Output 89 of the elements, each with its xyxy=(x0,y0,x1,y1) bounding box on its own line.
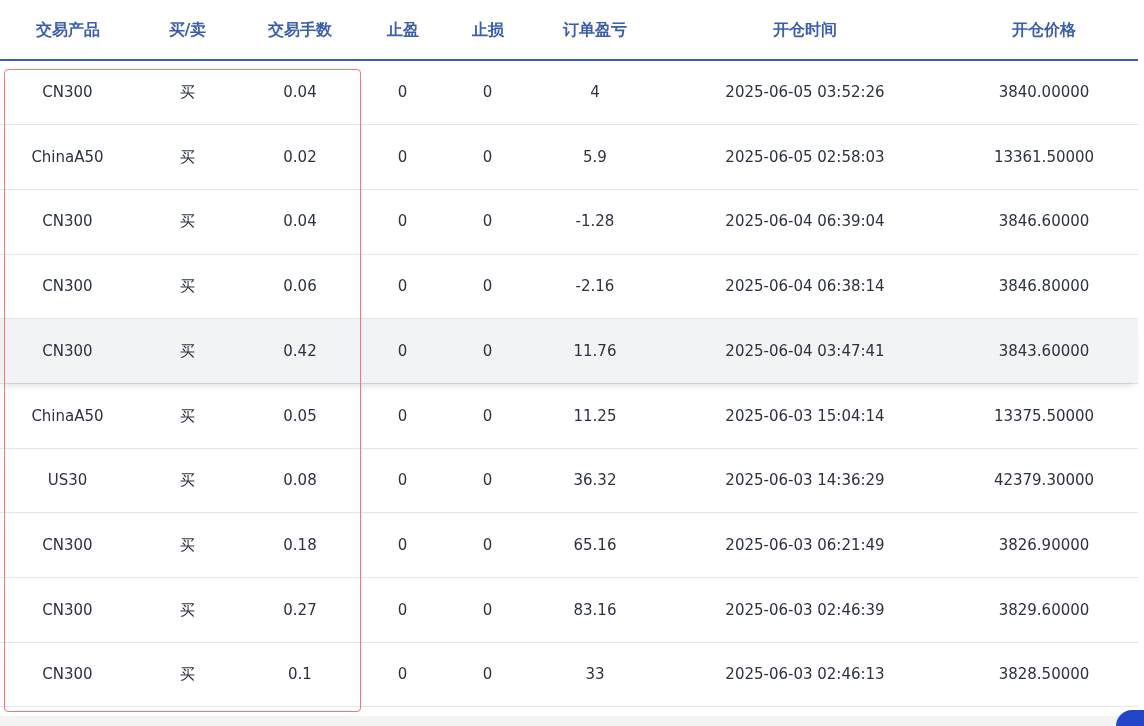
table-cell: US30 xyxy=(0,448,135,513)
table-cell: 33 xyxy=(530,642,660,707)
table-cell: 0.18 xyxy=(240,512,360,578)
column-header: 止损 xyxy=(445,0,530,60)
table-cell: 0 xyxy=(360,383,445,449)
table-cell: 0.42 xyxy=(240,318,360,384)
table-cell: 0 xyxy=(445,189,530,255)
table-cell: 买 xyxy=(135,512,240,578)
table-cell: CN300 xyxy=(0,318,135,384)
table-cell: 4 xyxy=(530,60,660,125)
column-header: 开仓时间 xyxy=(660,0,950,60)
table-cell: 0 xyxy=(445,448,530,513)
round-button[interactable] xyxy=(1116,710,1144,726)
table-cell: 65.16 xyxy=(530,512,660,578)
table-cell: 买 xyxy=(135,318,240,384)
table-cell: -2.16 xyxy=(530,254,660,319)
table-cell: 0.08 xyxy=(240,448,360,513)
table-cell: 买 xyxy=(135,448,240,513)
table-cell: 0 xyxy=(360,189,445,255)
table-cell: 买 xyxy=(135,189,240,255)
table-cell: CN300 xyxy=(0,642,135,707)
table-cell: 2025-06-03 02:46:13 xyxy=(660,642,950,707)
table-cell: 5.9 xyxy=(530,124,660,190)
table-cell: 3829.60000 xyxy=(950,577,1138,643)
table-cell: 3846.60000 xyxy=(950,189,1138,255)
table-cell: 2025-06-03 14:36:29 xyxy=(660,448,950,513)
table-cell: 0 xyxy=(360,254,445,319)
table-cell: 0.04 xyxy=(240,60,360,125)
table-cell: CN300 xyxy=(0,60,135,125)
table-cell: 买 xyxy=(135,124,240,190)
table-cell: ChinaA50 xyxy=(0,124,135,190)
table-cell: 3846.80000 xyxy=(950,254,1138,319)
table-cell: 0.1 xyxy=(240,642,360,707)
table-cell: 3826.90000 xyxy=(950,512,1138,578)
table-cell: CN300 xyxy=(0,512,135,578)
table-cell: 83.16 xyxy=(530,577,660,643)
table-cell: 买 xyxy=(135,254,240,319)
column-header: 订单盈亏 xyxy=(530,0,660,60)
table-cell: 0 xyxy=(445,254,530,319)
table-cell: 0.06 xyxy=(240,254,360,319)
table-cell: 买 xyxy=(135,383,240,449)
column-header: 交易手数 xyxy=(240,0,360,60)
table-cell: 0 xyxy=(360,60,445,125)
table-cell: 3828.50000 xyxy=(950,642,1138,707)
table-cell: 2025-06-04 03:47:41 xyxy=(660,318,950,384)
table-cell: 0 xyxy=(445,577,530,643)
table-cell: 买 xyxy=(135,60,240,125)
table-cell: 买 xyxy=(135,577,240,643)
table-cell: 0 xyxy=(360,124,445,190)
column-header: 止盈 xyxy=(360,0,445,60)
table-cell: 0 xyxy=(360,642,445,707)
table-cell: 0 xyxy=(360,448,445,513)
table-cell: -1.28 xyxy=(530,189,660,255)
table-cell: 11.25 xyxy=(530,383,660,449)
table-cell: 3840.00000 xyxy=(950,60,1138,125)
table-cell: 2025-06-04 06:38:14 xyxy=(660,254,950,319)
table-cell: 3843.60000 xyxy=(950,318,1138,384)
table-cell: 2025-06-03 15:04:14 xyxy=(660,383,950,449)
table-cell: CN300 xyxy=(0,254,135,319)
column-header: 开仓价格 xyxy=(950,0,1138,60)
table-cell: CN300 xyxy=(0,577,135,643)
table-cell: 0 xyxy=(445,642,530,707)
table-cell: 0 xyxy=(360,512,445,578)
table-cell: 11.76 xyxy=(530,318,660,384)
table-cell: 0.05 xyxy=(240,383,360,449)
table-cell: 2025-06-05 02:58:03 xyxy=(660,124,950,190)
table-cell: 0 xyxy=(360,577,445,643)
table-cell: 买 xyxy=(135,642,240,707)
table-cell: 0.04 xyxy=(240,189,360,255)
table-cell: 2025-06-03 02:46:39 xyxy=(660,577,950,643)
column-header: 交易产品 xyxy=(0,0,135,60)
column-header: 买/卖 xyxy=(135,0,240,60)
table-cell: 2025-06-03 06:21:49 xyxy=(660,512,950,578)
table-cell: ChinaA50 xyxy=(0,383,135,449)
table-cell: 36.32 xyxy=(530,448,660,513)
table-cell: 0.27 xyxy=(240,577,360,643)
table-cell: 0.02 xyxy=(240,124,360,190)
table-cell: 0 xyxy=(445,318,530,384)
table-cell: 0 xyxy=(445,383,530,449)
table-cell: 13375.50000 xyxy=(950,383,1138,449)
table-cell: 42379.30000 xyxy=(950,448,1138,513)
table-cell: 0 xyxy=(445,60,530,125)
table-cell: 0 xyxy=(445,124,530,190)
table-cell: 13361.50000 xyxy=(950,124,1138,190)
table-cell: 0 xyxy=(445,512,530,578)
table-cell: 2025-06-05 03:52:26 xyxy=(660,60,950,125)
table-cell: 0 xyxy=(360,318,445,384)
table-cell: CN300 xyxy=(0,189,135,255)
table-cell: 2025-06-04 06:39:04 xyxy=(660,189,950,255)
